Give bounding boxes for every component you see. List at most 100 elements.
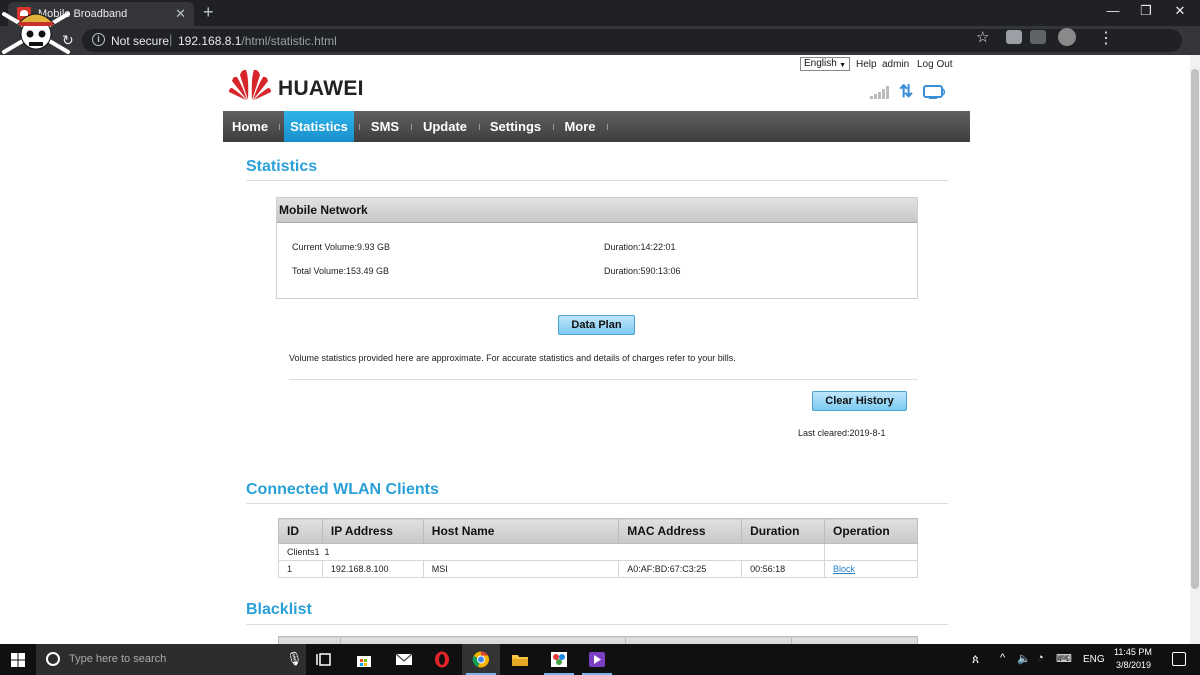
security-label: Not secure [111, 34, 170, 48]
url-text: 192.168.8.1/html/statistic.html [178, 34, 337, 48]
total-volume: Total Volume:153.49 GB [292, 266, 390, 276]
current-duration: Duration:14:22:01 [604, 242, 676, 252]
column-header-operation: Operation [824, 518, 918, 544]
url-path: /html/statistic.html [241, 34, 337, 48]
mobile-network-panel: Mobile Network Current Volume:9.93 GB Du… [276, 197, 918, 299]
clear-history-button[interactable]: Clear History [812, 391, 907, 411]
nav-separator [359, 124, 360, 130]
blacklist-table [278, 636, 918, 644]
taskbar-media-player[interactable] [578, 644, 616, 675]
nav-item-statistics[interactable]: Statistics [284, 111, 354, 142]
taskbar-file-explorer[interactable] [501, 644, 539, 675]
divider [289, 379, 918, 380]
nav-separator [607, 124, 608, 130]
network-icon[interactable]: ◔ [1037, 652, 1044, 664]
cortana-icon [46, 652, 60, 666]
window-close-button[interactable]: ✕ [1165, 3, 1195, 19]
client-host: MSI [422, 560, 620, 578]
client-id: 1 [278, 560, 323, 578]
logout-link[interactable]: Log Out [917, 59, 953, 70]
browser-menu-icon[interactable]: ⋮ [1098, 28, 1114, 48]
taskbar-app-paint[interactable] [540, 644, 578, 675]
blacklist-header-cell [625, 636, 793, 644]
browser-tab-bar: Mobile Broadband ✕ + — ❐ ✕ [0, 0, 1200, 26]
taskbar-mail[interactable] [385, 644, 423, 675]
column-header-id: ID [278, 518, 323, 544]
nav-item-sms[interactable]: SMS [363, 111, 407, 142]
divider [246, 624, 948, 625]
client-mac: A0:AF:BD:67:C3:25 [618, 560, 743, 578]
table-header-row [278, 636, 918, 644]
volume-icon[interactable]: 🔈 [1017, 652, 1031, 665]
client-ip: 192.168.8.100 [321, 560, 424, 578]
signal-strength-icon [870, 86, 889, 99]
taskbar-store[interactable] [345, 644, 383, 675]
action-center-icon[interactable] [1172, 652, 1186, 666]
divider [246, 503, 948, 504]
page-content: HUAWEI English ▼ Help admin Log Out ⇅ Ho… [0, 55, 1200, 644]
clock-time[interactable]: 11:45 PM [1114, 647, 1152, 657]
empty-cell [824, 543, 918, 561]
url-separator: | [169, 32, 173, 47]
task-view-button[interactable] [306, 644, 344, 675]
nav-item-home[interactable]: Home [223, 111, 277, 142]
blacklist-header-cell [791, 636, 918, 644]
window-minimize-button[interactable]: — [1098, 3, 1128, 18]
chrome-icon [472, 651, 489, 668]
nav-separator [279, 124, 280, 130]
show-hidden-icons-chevron-icon[interactable]: ^ [1000, 652, 1005, 664]
scrollbar-thumb[interactable] [1191, 69, 1199, 589]
url-host: 192.168.8.1 [178, 34, 242, 48]
nav-item-more[interactable]: More [558, 111, 602, 142]
block-link[interactable]: Block [833, 564, 855, 574]
total-duration: Duration:590:13:06 [604, 266, 681, 276]
new-tab-button[interactable]: + [203, 2, 214, 23]
start-button[interactable] [0, 644, 36, 675]
data-plan-button[interactable]: Data Plan [558, 315, 635, 335]
clients-count: 1 [324, 547, 330, 557]
folder-icon [512, 655, 528, 666]
clock-date[interactable]: 3/8/2019 [1116, 660, 1151, 670]
current-volume: Current Volume:9.93 GB [292, 242, 391, 252]
microphone-icon[interactable]: 🎙 [286, 651, 303, 667]
column-header-mac: MAC Address [618, 518, 743, 544]
wlan-clients-title: Connected WLAN Clients [246, 481, 439, 498]
help-link[interactable]: Help [856, 59, 877, 70]
keyboard-icon[interactable]: ⌨ [1056, 652, 1072, 665]
extension-2-icon[interactable] [1030, 30, 1046, 44]
search-placeholder: Type here to search [69, 653, 167, 665]
language-select[interactable]: English ▼ [800, 57, 850, 71]
media-player-icon [589, 652, 605, 667]
bookmark-star-icon[interactable]: ☆ [976, 28, 989, 46]
window-maximize-button[interactable]: ❐ [1131, 3, 1161, 19]
store-icon [357, 656, 371, 667]
table-row: 1 192.168.8.100 MSI A0:AF:BD:67:C3:25 00… [278, 560, 918, 578]
column-header-ip: IP Address [321, 518, 424, 544]
taskbar-chrome[interactable] [462, 644, 500, 675]
nav-item-settings[interactable]: Settings [483, 111, 548, 142]
client-operation: Block [824, 560, 918, 578]
blacklist-header-cell [278, 636, 341, 644]
task-view-icon [316, 653, 331, 666]
close-tab-icon[interactable]: ✕ [175, 6, 186, 22]
brand-name: HUAWEI [278, 77, 364, 100]
admin-label: admin [882, 59, 910, 70]
clients-label: Clients1 [287, 547, 320, 557]
taskbar-opera[interactable] [423, 644, 461, 675]
paint-icon [551, 652, 567, 667]
page-scrollbar[interactable] [1190, 55, 1200, 644]
column-header-duration: Duration [741, 518, 826, 544]
nav-item-update[interactable]: Update [415, 111, 475, 142]
nav-separator [479, 124, 480, 130]
divider [246, 180, 948, 181]
input-language[interactable]: ENG [1083, 654, 1105, 665]
extension-1-icon[interactable] [1006, 30, 1022, 44]
clients-count-cell: Clients1 1 [277, 543, 826, 561]
blacklist-header-cell [339, 636, 627, 644]
pirate-skull-avatar-icon [2, 12, 70, 54]
taskbar-search-box[interactable]: Type here to search 🎙 [36, 644, 306, 675]
people-icon[interactable]: ጰ [972, 652, 979, 667]
info-icon[interactable]: i [92, 33, 105, 46]
profile-avatar-icon[interactable] [1058, 28, 1076, 46]
dropdown-arrow-icon: ▼ [839, 62, 846, 69]
